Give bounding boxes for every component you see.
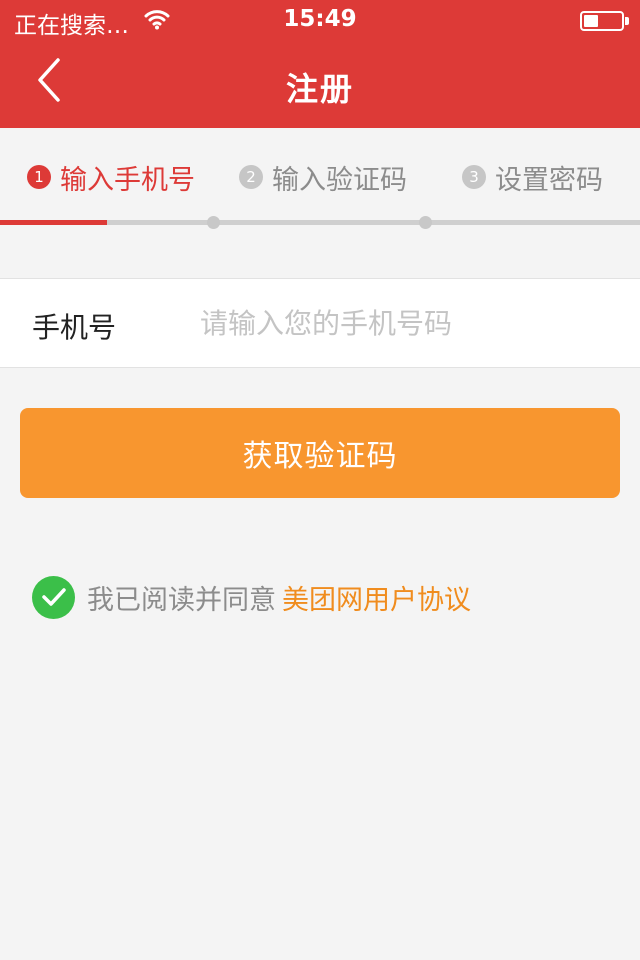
phone-label: 手机号 — [32, 311, 117, 344]
phone-row: 手机号 — [0, 278, 640, 368]
page-title: 注册 — [285, 70, 354, 108]
header: 正在搜索… 15:49 注册 — [0, 0, 640, 128]
step-progress-dot — [207, 216, 220, 229]
step-progress-track — [0, 216, 640, 229]
agreement-text: 我已阅读并同意 — [87, 584, 276, 616]
status-bar: 正在搜索… 15:49 — [0, 0, 640, 40]
step-label: 输入验证码 — [272, 164, 407, 196]
clock: 15:49 — [283, 6, 357, 32]
user-agreement-link[interactable]: 美团网用户协议 — [282, 578, 471, 617]
step-enter-phone: 1 输入手机号 — [27, 160, 195, 196]
battery-level — [584, 15, 598, 27]
step-number: 1 — [27, 165, 51, 189]
step-label: 输入手机号 — [60, 164, 195, 196]
step-progress-fill — [0, 220, 107, 225]
battery-nub — [625, 17, 629, 25]
step-number: 2 — [239, 165, 263, 189]
checkmark-icon — [41, 588, 66, 606]
step-set-password: 3 设置密码 — [462, 160, 603, 196]
phone-input[interactable] — [200, 299, 620, 347]
step-enter-code: 2 输入验证码 — [239, 160, 407, 196]
agreement-row: 我已阅读并同意 美团网用户协议 — [32, 575, 471, 619]
navigation-bar: 注册 — [0, 40, 640, 128]
get-code-button[interactable]: 获取验证码 — [20, 408, 620, 498]
battery-icon — [580, 11, 629, 31]
step-label: 设置密码 — [495, 164, 603, 196]
agree-checkbox[interactable] — [32, 575, 75, 619]
registration-steps: 1 输入手机号 2 输入验证码 3 设置密码 — [0, 128, 640, 229]
step-number: 3 — [462, 165, 486, 189]
step-progress-dot — [419, 216, 432, 229]
